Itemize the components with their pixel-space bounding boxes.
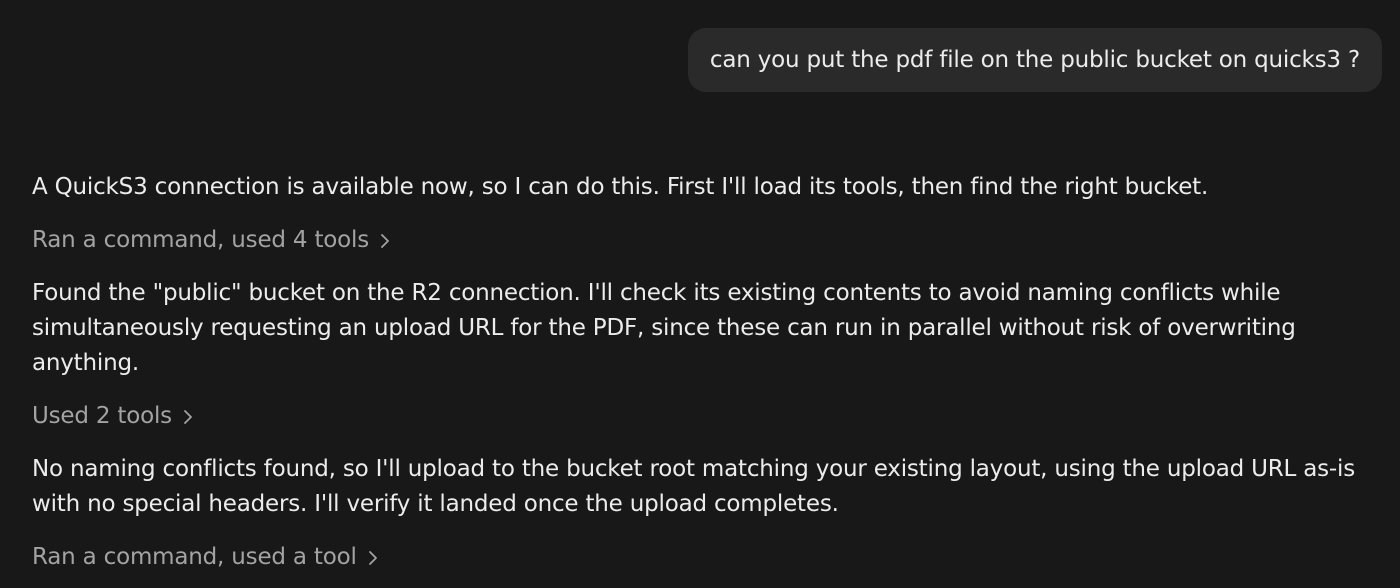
assistant-paragraph: No naming conflicts found, so I'll uploa… [32,456,1355,517]
user-message-row: can you put the pdf file on the public b… [687,28,1382,92]
chat-transcript: can you put the pdf file on the public b… [0,0,1400,588]
assistant-paragraph: A QuickS3 connection is available now, s… [32,174,1209,200]
chevron-right-icon [379,233,391,249]
chevron-right-icon [182,409,194,425]
assistant-response: A QuickS3 connection is available now, s… [32,170,1362,575]
user-message-text: can you put the pdf file on the public b… [709,47,1360,73]
tool-activity-label: Ran a command, used a tool [32,544,357,570]
tool-activity-toggle[interactable]: Ran a command, used 4 tools [32,223,391,258]
tool-activity-toggle[interactable]: Used 2 tools [32,399,194,434]
tool-activity-label: Used 2 tools [32,403,172,429]
tool-activity-label: Ran a command, used 4 tools [32,227,369,253]
tool-activity-toggle[interactable]: Ran a command, used a tool [32,540,379,575]
user-message-bubble: can you put the pdf file on the public b… [687,28,1382,92]
assistant-paragraph: Found the "public" bucket on the R2 conn… [32,280,1296,376]
chevron-right-icon [367,550,379,566]
